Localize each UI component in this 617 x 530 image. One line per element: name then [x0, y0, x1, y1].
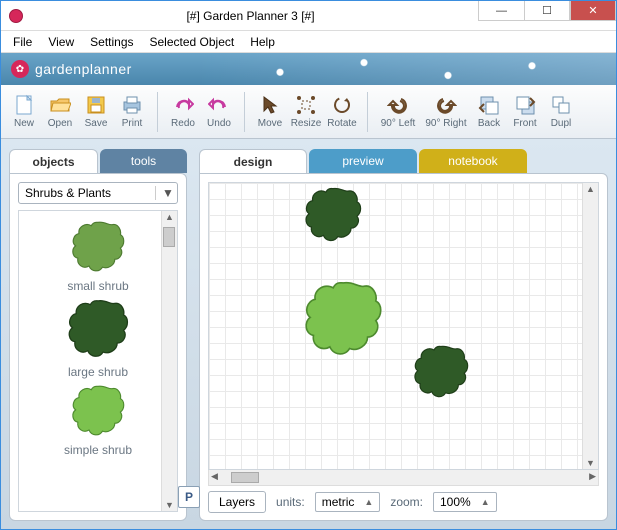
tab-tools[interactable]: tools	[100, 149, 187, 173]
new-file-icon	[13, 94, 35, 116]
units-select[interactable]: metric ▲	[315, 492, 381, 512]
toolbar-separator	[367, 92, 368, 132]
tab-design[interactable]: design	[199, 149, 307, 173]
move-cursor-icon	[259, 94, 281, 116]
app-icon	[9, 9, 23, 23]
brandbar: ✿ gardenplanner	[1, 53, 616, 85]
toolbar: New Open Save Print Redo Undo Move Resiz…	[1, 85, 616, 139]
rotate-right-icon	[435, 94, 457, 116]
open-button[interactable]: Open	[43, 88, 77, 136]
canvas-vscrollbar[interactable]	[582, 183, 598, 469]
zoom-label: zoom:	[390, 495, 423, 509]
design-canvas[interactable]	[208, 182, 599, 470]
shrub-icon	[66, 297, 130, 361]
brand-icon: ✿	[11, 60, 29, 78]
toolbar-separator	[157, 92, 158, 132]
list-item[interactable]: large shrub	[66, 297, 130, 379]
tab-notebook[interactable]: notebook	[419, 149, 527, 173]
rotate-left-icon	[387, 94, 409, 116]
menu-settings[interactable]: Settings	[84, 33, 139, 51]
placed-shrub[interactable]	[409, 343, 473, 401]
menu-file[interactable]: File	[7, 33, 38, 51]
canvas-hscrollbar[interactable]	[208, 470, 599, 486]
list-item-label: simple shrub	[64, 443, 132, 457]
menu-view[interactable]: View	[42, 33, 80, 51]
menu-selected-object[interactable]: Selected Object	[144, 33, 241, 51]
rotate-icon	[331, 94, 353, 116]
spinner-icon: ▲	[481, 499, 490, 505]
rotate-right-button[interactable]: 90° Right	[422, 88, 470, 136]
rotate-left-button[interactable]: 90° Left	[376, 88, 420, 136]
minimize-button[interactable]: —	[478, 1, 524, 21]
move-button[interactable]: Move	[253, 88, 287, 136]
p-button[interactable]: P	[178, 486, 200, 508]
shrub-icon	[70, 383, 126, 439]
object-list: small shrub large shrub simple shrub	[18, 210, 178, 512]
print-button[interactable]: Print	[115, 88, 149, 136]
send-back-icon	[478, 94, 500, 116]
shrub-icon	[70, 219, 126, 275]
zoom-select[interactable]: 100% ▲	[433, 492, 497, 512]
undo-icon	[208, 94, 230, 116]
save-button[interactable]: Save	[79, 88, 113, 136]
main-tabs: design preview notebook	[199, 149, 608, 173]
list-item[interactable]: simple shrub	[64, 383, 132, 457]
mainpanel: design preview notebook P Layers units:	[199, 149, 608, 521]
tab-objects[interactable]: objects	[9, 149, 98, 173]
maximize-button[interactable]: ☐	[524, 1, 570, 21]
zoom-value: 100%	[440, 495, 471, 509]
folder-open-icon	[49, 94, 71, 116]
list-item[interactable]: small shrub	[67, 219, 128, 293]
redo-button[interactable]: Redo	[166, 88, 200, 136]
undo-button[interactable]: Undo	[202, 88, 236, 136]
bring-front-icon	[514, 94, 536, 116]
duplicate-button[interactable]: Dupl	[544, 88, 578, 136]
toolbar-separator	[244, 92, 245, 132]
close-button[interactable]: ✕	[570, 1, 616, 21]
redo-icon	[172, 94, 194, 116]
category-select[interactable]: Shrubs & Plants ▼	[18, 182, 178, 204]
rotate-button[interactable]: Rotate	[325, 88, 359, 136]
tab-preview[interactable]: preview	[309, 149, 417, 173]
titlebar: [#] Garden Planner 3 [#] — ☐ ✕	[1, 1, 616, 31]
side-tabs: objects tools	[9, 149, 187, 173]
send-back-button[interactable]: Back	[472, 88, 506, 136]
canvas-container: P Layers units: metric ▲ zoom: 100% ▲	[199, 173, 608, 521]
print-icon	[121, 94, 143, 116]
object-list-scrollbar[interactable]	[161, 211, 177, 511]
window: [#] Garden Planner 3 [#] — ☐ ✕ File View…	[0, 0, 617, 530]
status-row: P Layers units: metric ▲ zoom: 100% ▲	[208, 486, 599, 512]
spinner-icon: ▲	[364, 499, 373, 505]
placed-shrub[interactable]	[299, 185, 367, 245]
chevron-down-icon: ▼	[155, 186, 171, 200]
bring-front-button[interactable]: Front	[508, 88, 542, 136]
units-label: units:	[276, 495, 305, 509]
window-title: [#] Garden Planner 3 [#]	[23, 9, 478, 23]
resize-button[interactable]: Resize	[289, 88, 323, 136]
sidepanel: objects tools Shrubs & Plants ▼ small sh…	[9, 149, 187, 521]
menu-help[interactable]: Help	[244, 33, 281, 51]
objects-panel: Shrubs & Plants ▼ small shrub large shru…	[9, 173, 187, 521]
placed-shrub[interactable]	[299, 278, 387, 360]
list-item-label: small shrub	[67, 279, 128, 293]
window-controls: — ☐ ✕	[478, 1, 616, 30]
body: objects tools Shrubs & Plants ▼ small sh…	[1, 139, 616, 529]
list-item-label: large shrub	[68, 365, 128, 379]
new-button[interactable]: New	[7, 88, 41, 136]
menubar: File View Settings Selected Object Help	[1, 31, 616, 53]
duplicate-icon	[550, 94, 572, 116]
save-icon	[85, 94, 107, 116]
category-value: Shrubs & Plants	[25, 186, 111, 200]
layers-button[interactable]: Layers	[208, 491, 266, 513]
resize-icon	[295, 94, 317, 116]
brand-text: gardenplanner	[35, 61, 132, 77]
units-value: metric	[322, 495, 355, 509]
